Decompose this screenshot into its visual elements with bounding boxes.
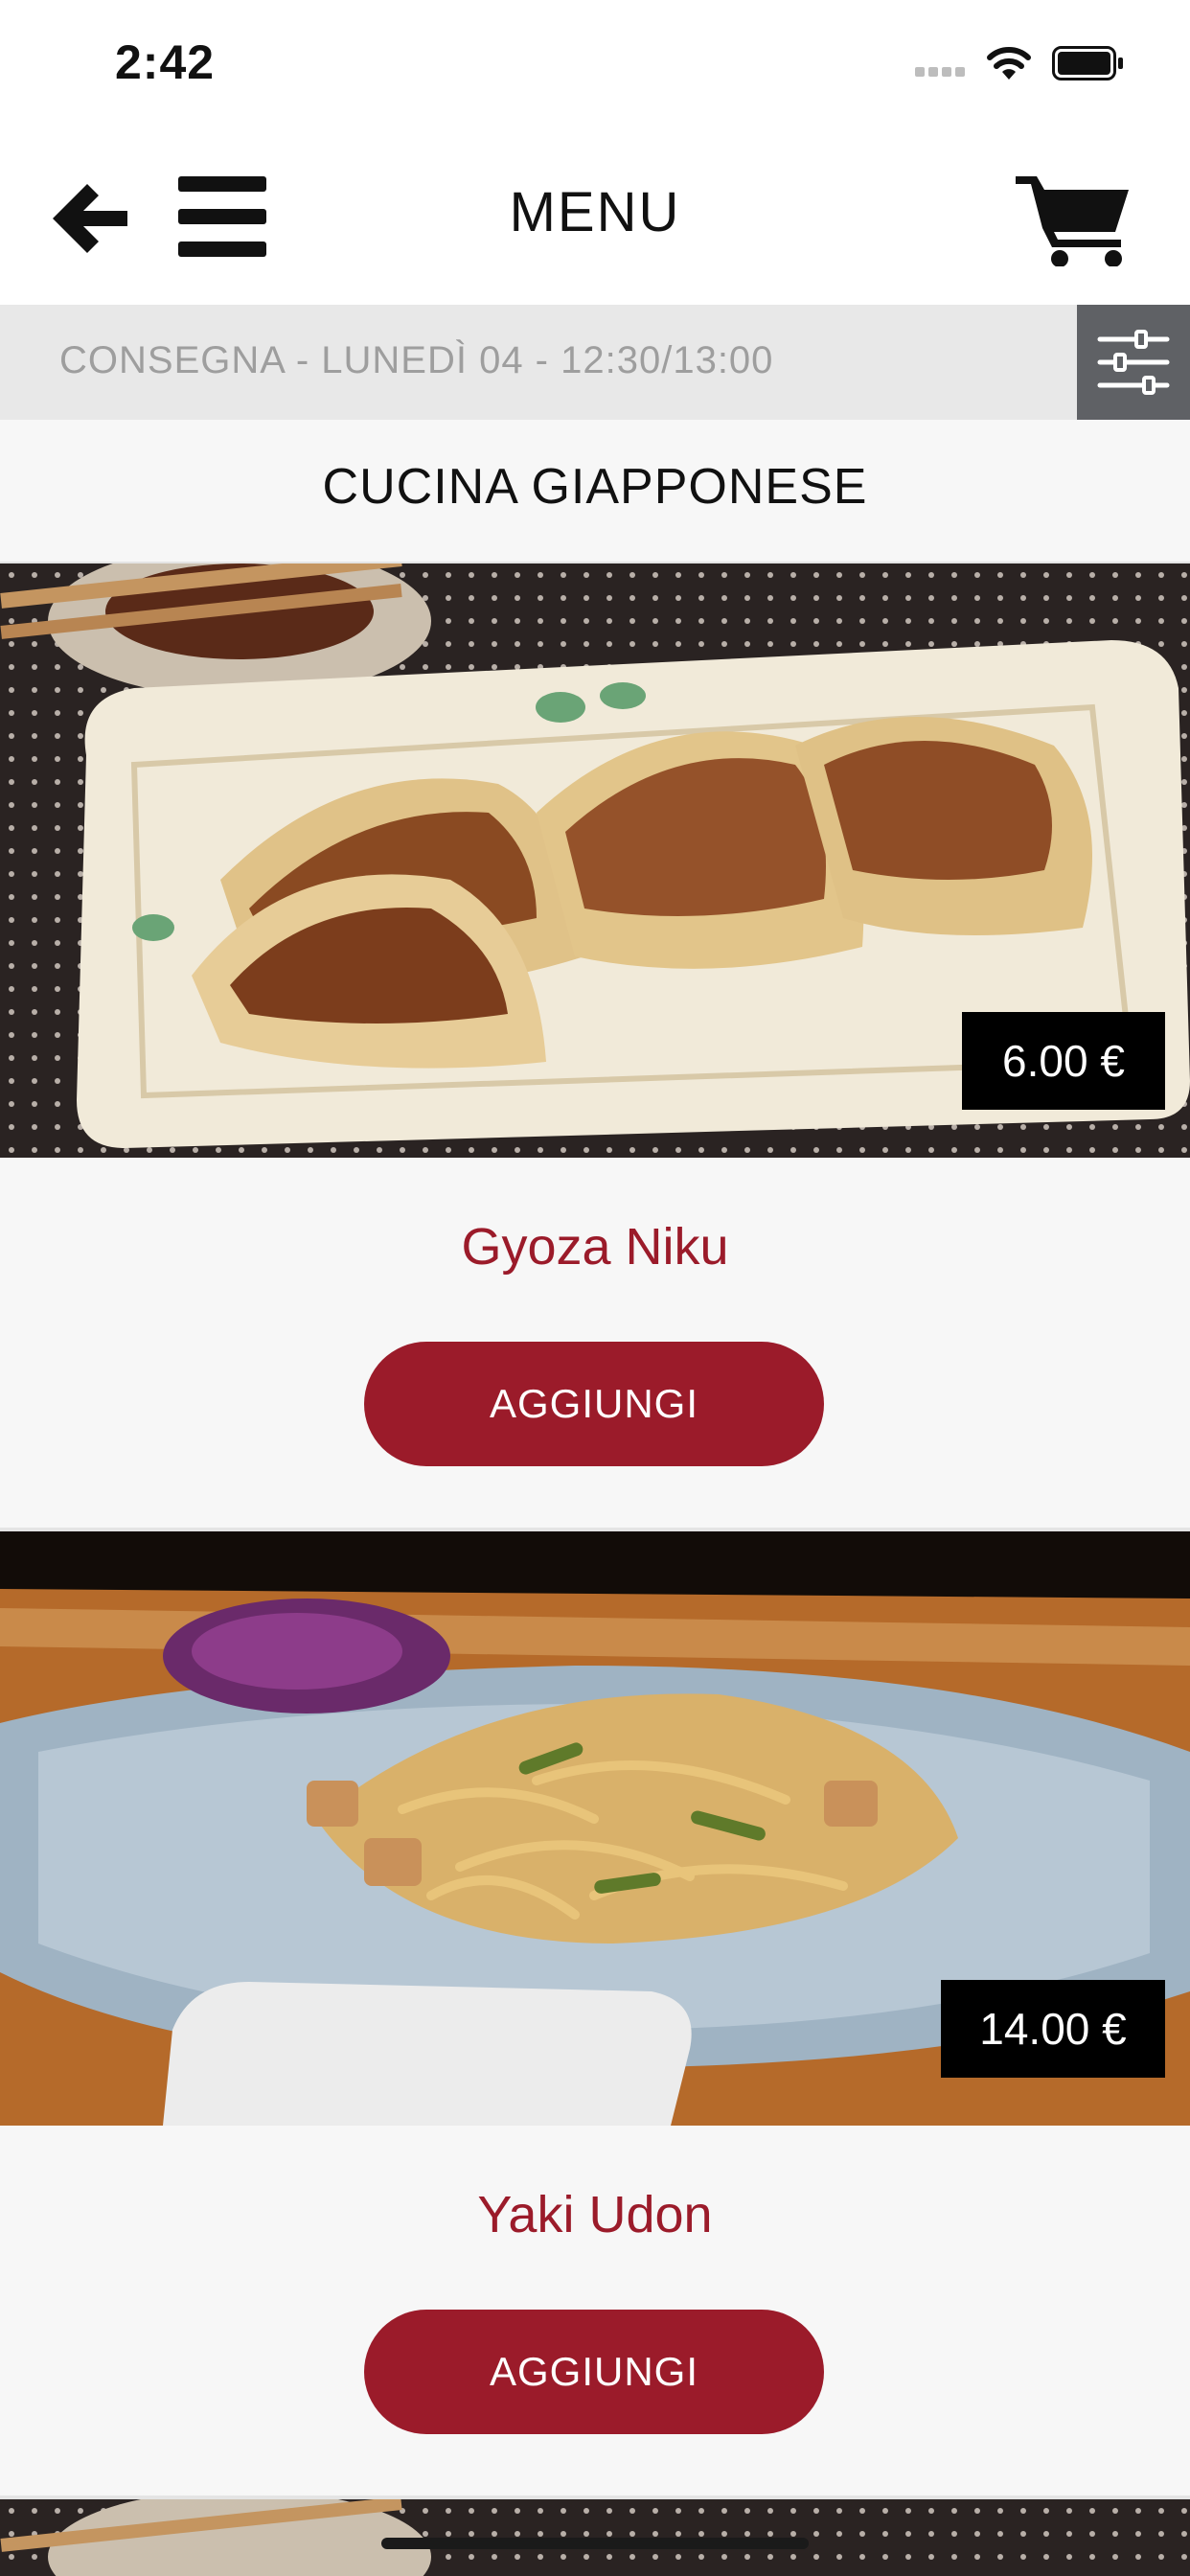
price-badge: 6.00 € [962,1012,1165,1110]
product-name: Gyoza Niku [461,1218,729,1276]
page-title: MENU [509,181,681,243]
price-badge: 14.00 € [941,1980,1165,2078]
status-time: 2:42 [115,35,216,89]
sliders-icon [1097,330,1170,395]
wifi-icon [987,47,1031,80]
category-title: CUCINA GIAPPONESE [322,459,868,515]
home-indicator [381,2538,809,2549]
cart-icon [1016,176,1129,267]
battery-icon [1052,46,1123,80]
add-to-cart-button[interactable]: AGGIUNGI [364,1342,824,1466]
signal-icon [915,67,973,80]
product-name: Yaki Udon [477,2186,713,2243]
filter-button[interactable] [1077,305,1190,420]
add-to-cart-button[interactable]: AGGIUNGI [364,2310,824,2434]
cart-button[interactable] [1016,171,1134,267]
delivery-info: CONSEGNA - LUNEDÌ 04 - 12:30/13:00 [59,339,774,381]
